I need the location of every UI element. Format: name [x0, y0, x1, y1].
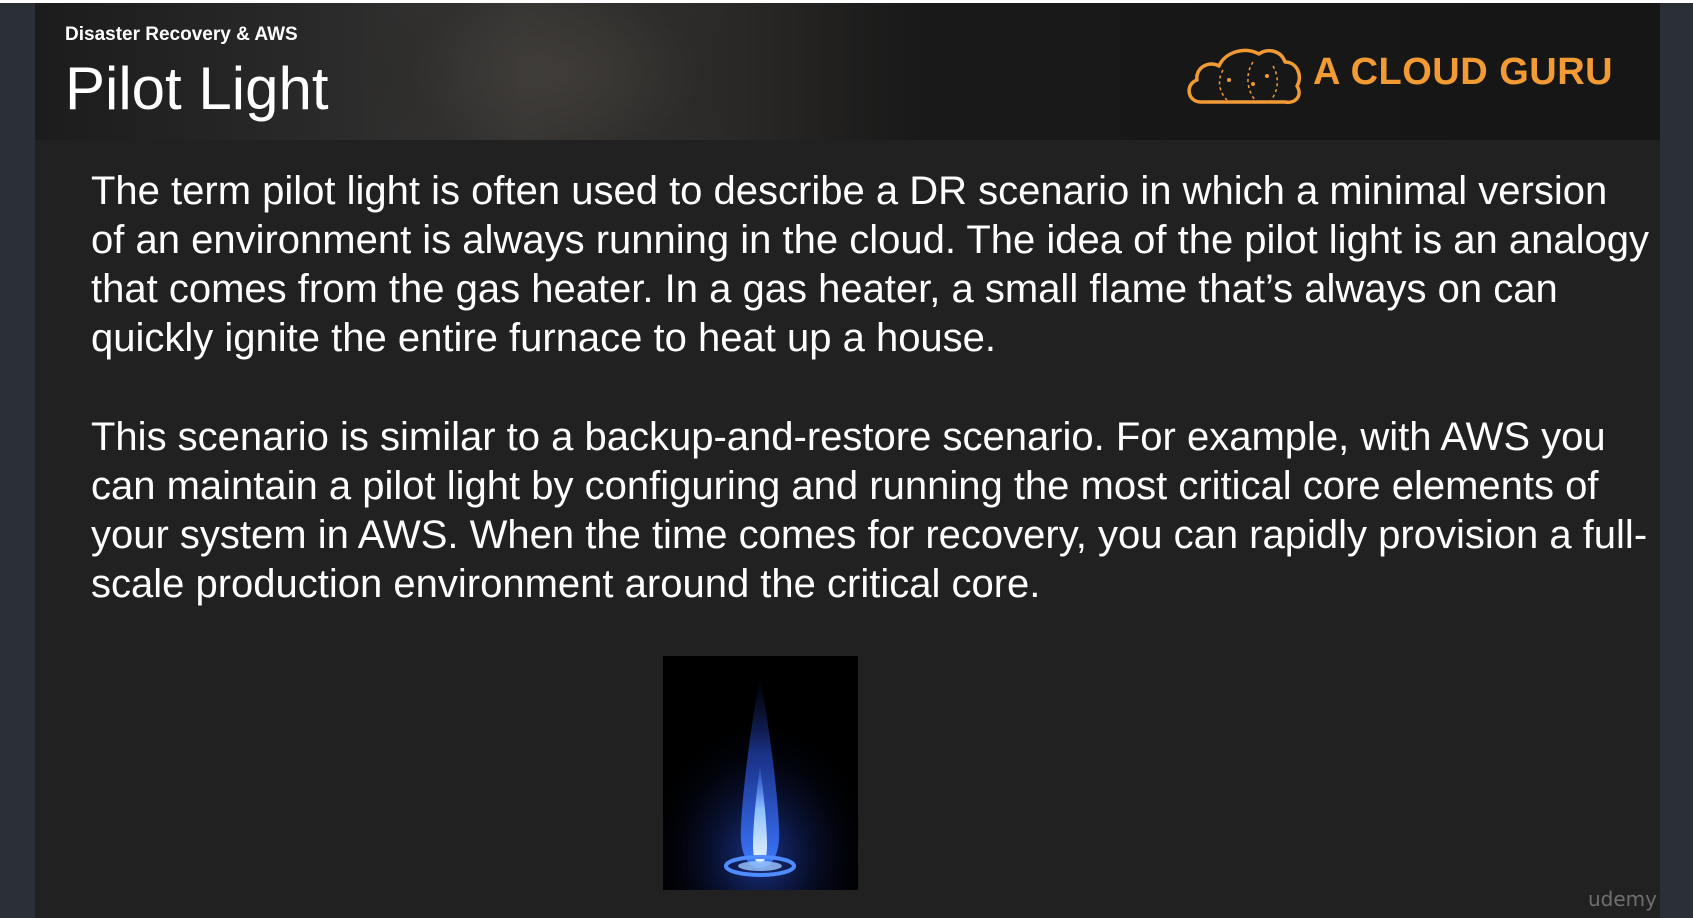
- logo-text: A CLOUD GURU: [1313, 51, 1614, 93]
- brand-logo: A CLOUD GURU: [1183, 38, 1623, 108]
- section-label: Disaster Recovery & AWS: [65, 24, 298, 45]
- video-frame: Disaster Recovery & AWS Pilot Light A CL…: [0, 0, 1693, 918]
- slide: Disaster Recovery & AWS Pilot Light A CL…: [35, 3, 1660, 918]
- gas-flame-image: [663, 656, 858, 890]
- udemy-watermark: udemy: [1588, 887, 1657, 911]
- slide-title: Pilot Light: [65, 55, 329, 122]
- slide-header: Disaster Recovery & AWS Pilot Light A CL…: [35, 3, 1660, 140]
- cloud-logo-icon: [1187, 48, 1302, 105]
- presenter-silhouette: [365, 3, 745, 140]
- paragraph-pilot-light-definition: The term pilot light is often used to de…: [91, 169, 1650, 360]
- flame-graphic: [663, 656, 858, 890]
- paragraph-pilot-light-example: This scenario is similar to a backup-and…: [91, 415, 1648, 606]
